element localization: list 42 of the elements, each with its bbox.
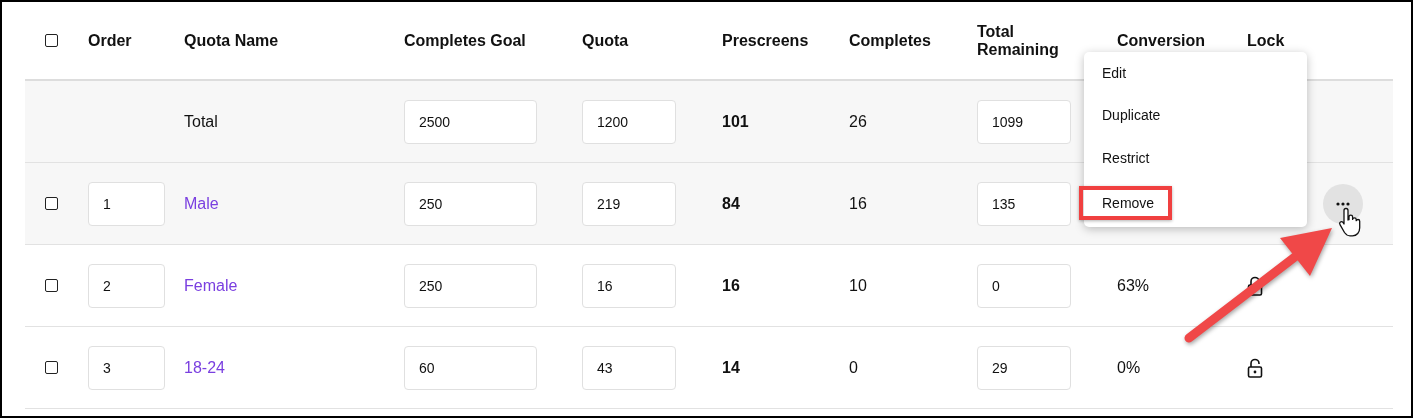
order-field[interactable]: 3 <box>88 345 165 390</box>
completes-value: 10 <box>849 276 867 294</box>
order-field[interactable]: 2 <box>88 263 165 308</box>
completes-goal-field[interactable]: 250 <box>404 263 537 308</box>
completes-value: 26 <box>849 112 867 130</box>
quota-field[interactable]: 16 <box>582 263 676 308</box>
prescreens-value: 16 <box>722 276 740 294</box>
menu-item[interactable]: Restrict <box>1102 143 1150 172</box>
menu-item[interactable]: Duplicate <box>1102 101 1161 130</box>
column-header: Total Remaining <box>977 22 1059 58</box>
column-header: Conversion <box>1117 31 1205 49</box>
column-header: Completes Goal <box>404 31 526 49</box>
completes-goal-field[interactable]: 2500 <box>404 99 537 144</box>
column-header: Order <box>88 31 132 49</box>
prescreens-value: 84 <box>722 194 740 212</box>
quota-name-link[interactable]: Male <box>184 194 219 212</box>
column-header: Prescreens <box>722 31 809 49</box>
prescreens-value: 14 <box>722 358 740 376</box>
menu-item[interactable]: Edit <box>1102 59 1127 88</box>
total-remaining-field[interactable]: 29 <box>977 345 1071 390</box>
column-header: Quota Name <box>184 31 279 49</box>
quota-name-link[interactable]: Female <box>184 276 238 294</box>
completes-value: 16 <box>849 194 867 212</box>
completes-goal-field[interactable]: 250 <box>404 181 537 226</box>
quota-field[interactable]: 219 <box>582 181 676 226</box>
total-remaining-field[interactable]: 1099 <box>977 99 1071 144</box>
column-header: Quota <box>582 31 629 49</box>
prescreens-value: 101 <box>722 112 749 130</box>
quota-field[interactable]: 1200 <box>582 99 676 144</box>
total-label: Total <box>184 112 218 130</box>
menu-item[interactable]: Remove <box>1079 185 1173 220</box>
completes-goal-field[interactable]: 60 <box>404 345 537 390</box>
total-remaining-field[interactable]: 135 <box>977 181 1071 226</box>
column-header: Lock <box>1247 31 1285 49</box>
quota-name-link[interactable]: 18-24 <box>184 358 225 376</box>
column-header: Completes <box>849 31 931 49</box>
conversion-value: 63% <box>1117 276 1150 294</box>
conversion-value: 0% <box>1117 358 1141 376</box>
order-field[interactable]: 1 <box>88 181 165 226</box>
completes-value: 0 <box>849 358 858 376</box>
total-remaining-field[interactable]: 0 <box>977 263 1071 308</box>
quota-field[interactable]: 43 <box>582 345 676 390</box>
